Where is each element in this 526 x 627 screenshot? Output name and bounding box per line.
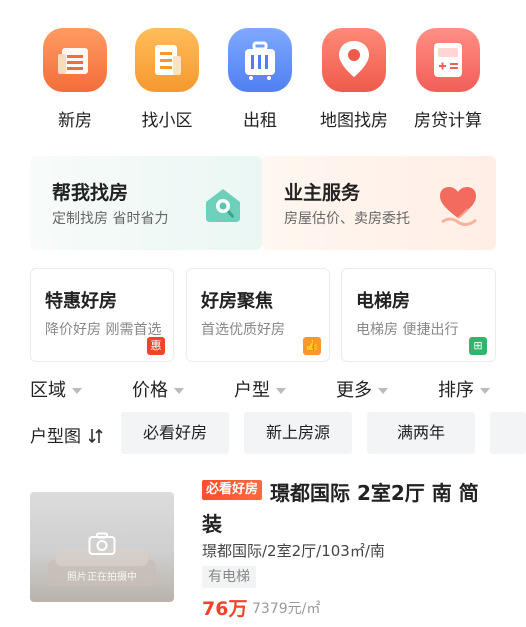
thumbs-up-icon: 👍 [303, 337, 321, 355]
search-house-icon [206, 189, 240, 222]
nav-rent[interactable]: 出租 [214, 28, 306, 131]
card-subtitle: 房屋估价、卖房委托 [284, 211, 410, 227]
caret-down-icon [174, 388, 184, 394]
filter-layout[interactable]: 户型 [234, 376, 286, 402]
focus-house-card[interactable]: 好房聚焦 首选优质好房 👍 [186, 268, 330, 362]
caret-down-icon [276, 388, 286, 394]
quick-tags: 户型图 必看好房 新上房源 满两年 [0, 412, 526, 456]
card-title: 业主服务 [284, 182, 361, 204]
quick-nav: 新房 找小区 出租 地图找房 房贷计算 [0, 28, 526, 138]
sort-arrows-icon [88, 428, 103, 444]
nav-map-search[interactable]: 地图找房 [308, 28, 400, 131]
filter-label: 更多 [336, 380, 372, 401]
filter-bar: 区域 价格 户型 更多 排序 [0, 374, 526, 404]
nav-label: 地图找房 [320, 111, 388, 131]
filter-label: 区域 [30, 380, 66, 401]
card-subtitle: 降价好房 刚需首选 [45, 322, 162, 338]
listing-price: 76万 [202, 598, 248, 620]
listing-unit-price: 7379元/㎡ [252, 601, 321, 617]
card-title: 特惠好房 [45, 291, 117, 312]
caret-down-icon [480, 388, 490, 394]
filter-label: 价格 [132, 380, 168, 401]
filter-label: 户型 [234, 380, 270, 401]
floorplan-label: 户型图 [30, 427, 81, 447]
new-house-icon [43, 28, 107, 92]
card-title: 帮我找房 [52, 182, 129, 204]
chip-new-listing[interactable]: 新上房源 [244, 412, 352, 454]
heart-hand-icon [440, 187, 477, 227]
must-see-badge: 必看好房 [202, 480, 263, 500]
chip-two-years[interactable]: 满两年 [367, 412, 475, 454]
community-icon [135, 28, 199, 92]
card-subtitle: 首选优质好房 [201, 322, 285, 338]
nav-new-house[interactable]: 新房 [29, 28, 121, 131]
listing-card[interactable]: 照片正在拍摄中 璟都国际 2室2厅 南 简装 必看好房 璟都国际/2室2厅/10… [30, 478, 496, 620]
feature-cards: 特惠好房 降价好房 刚需首选 惠 好房聚焦 首选优质好房 👍 电梯房 电梯房 便… [30, 268, 496, 364]
filter-sort[interactable]: 排序 [438, 376, 490, 402]
caret-down-icon [378, 388, 388, 394]
find-house-card[interactable]: 帮我找房 定制找房 省时省力 [30, 156, 262, 250]
photo-caption: 照片正在拍摄中 [67, 572, 137, 583]
elevator-icon: ⊞ [469, 337, 487, 355]
calculator-icon [416, 28, 480, 92]
card-title: 电梯房 [356, 291, 410, 312]
map-pin-icon [322, 28, 386, 92]
caret-down-icon [72, 388, 82, 394]
discount-house-card[interactable]: 特惠好房 降价好房 刚需首选 惠 [30, 268, 174, 362]
listing-photo[interactable]: 照片正在拍摄中 [30, 492, 174, 602]
listing-tag: 有电梯 [202, 566, 256, 588]
discount-badge-icon: 惠 [147, 337, 165, 355]
rent-suitcase-icon [228, 28, 292, 92]
card-subtitle: 定制找房 省时省力 [52, 211, 169, 227]
camera-icon [88, 532, 116, 555]
service-cards: 帮我找房 定制找房 省时省力 业主服务 房屋估价、卖房委托 [30, 156, 496, 250]
filter-label: 排序 [438, 380, 474, 401]
nav-label: 找小区 [141, 111, 193, 131]
filter-price[interactable]: 价格 [132, 376, 184, 402]
listing-description: 璟都国际/2室2厅/103㎡/南 [202, 542, 385, 560]
floorplan-toggle[interactable]: 户型图 [30, 422, 103, 447]
elevator-house-card[interactable]: 电梯房 电梯房 便捷出行 ⊞ [341, 268, 496, 362]
chip-must-see[interactable]: 必看好房 [121, 412, 229, 454]
card-subtitle: 电梯房 便捷出行 [356, 322, 459, 338]
chip-more-partial[interactable] [490, 412, 526, 454]
nav-label: 出租 [243, 111, 277, 131]
nav-label: 新房 [58, 111, 92, 131]
card-title: 好房聚焦 [201, 291, 273, 312]
filter-more[interactable]: 更多 [336, 376, 388, 402]
filter-area[interactable]: 区域 [30, 376, 82, 402]
owner-service-card[interactable]: 业主服务 房屋估价、卖房委托 [262, 156, 496, 250]
nav-community[interactable]: 找小区 [121, 28, 213, 131]
nav-mortgage-calc[interactable]: 房贷计算 [402, 28, 494, 131]
nav-label: 房贷计算 [414, 111, 482, 131]
